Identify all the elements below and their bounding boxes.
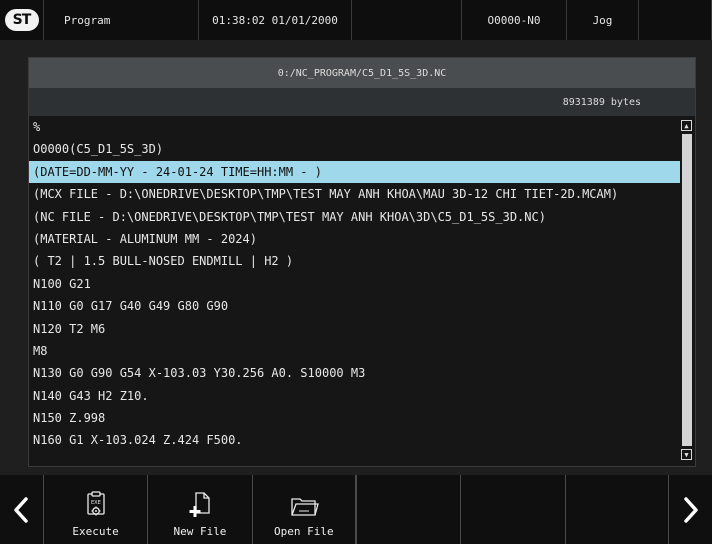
- code-line-selected[interactable]: (DATE=DD-MM-YY - 24-01-24 TIME=HH:MM - ): [29, 160, 680, 184]
- open-file-label: Open File: [274, 525, 334, 538]
- code-line[interactable]: N140 G43 H2 Z10.: [29, 385, 680, 407]
- clipboard-gear-icon: EXE: [86, 491, 105, 516]
- code-line[interactable]: M8: [29, 340, 680, 362]
- code-line[interactable]: %: [29, 116, 680, 138]
- scroll-thumb[interactable]: [682, 134, 692, 446]
- empty-softkey-1[interactable]: [356, 475, 460, 544]
- code-line[interactable]: N120 T2 M6: [29, 318, 680, 340]
- logo: ST: [0, 0, 44, 40]
- code-line[interactable]: N130 G0 G90 G54 X-103.03 Y30.256 A0. S10…: [29, 362, 680, 384]
- softkey-bar: EXE Execute New File Open File: [0, 475, 712, 544]
- empty-softkey-3[interactable]: [564, 475, 670, 544]
- code-line[interactable]: N110 G0 G17 G40 G49 G80 G90: [29, 295, 680, 317]
- prev-page-button[interactable]: [0, 475, 43, 544]
- code-line[interactable]: N160 G1 X-103.024 Z.424 F500.: [29, 429, 680, 451]
- empty-softkey-2[interactable]: [460, 475, 564, 544]
- svg-text:EXE: EXE: [91, 500, 101, 506]
- code-line[interactable]: N100 G21: [29, 273, 680, 295]
- vertical-scrollbar[interactable]: ▲ ▼: [681, 120, 693, 460]
- datetime-display: 01:38:02 01/01/2000: [199, 0, 352, 40]
- execute-button[interactable]: EXE Execute: [42, 475, 147, 544]
- file-plus-icon: [189, 492, 210, 517]
- status-empty-cell: [352, 0, 462, 40]
- program-editor: 0:/NC_PROGRAM/C5_D1_5S_3D.NC 8931389 byt…: [28, 57, 696, 467]
- scroll-up-button[interactable]: ▲: [681, 120, 692, 131]
- code-line[interactable]: (MATERIAL - ALUMINUM MM - 2024): [29, 228, 680, 250]
- new-file-label: New File: [173, 525, 227, 538]
- chevron-right-icon: [683, 496, 698, 523]
- folder-open-icon: [291, 498, 319, 516]
- scroll-down-button[interactable]: ▼: [681, 449, 692, 460]
- chevron-left-icon: [14, 496, 29, 523]
- code-line[interactable]: O0000(C5_D1_5S_3D): [29, 138, 680, 160]
- next-page-button[interactable]: [669, 475, 712, 544]
- mode-label: Program: [44, 0, 199, 40]
- open-file-button[interactable]: Open File: [251, 475, 356, 544]
- brand-logo: ST: [4, 9, 39, 31]
- code-line[interactable]: N150 Z.998: [29, 407, 680, 429]
- file-size: 8931389 bytes: [562, 96, 641, 108]
- code-line[interactable]: ( T2 | 1.5 BULL-NOSED ENDMILL | H2 ): [29, 250, 680, 272]
- status-empty-cell-right: [639, 0, 712, 40]
- status-bar: ST Program 01:38:02 01/01/2000 O0000-N0 …: [0, 0, 712, 40]
- scroll-track[interactable]: [682, 134, 692, 446]
- code-view[interactable]: % O0000(C5_D1_5S_3D) (DATE=DD-MM-YY - 24…: [29, 116, 695, 466]
- file-path: 0:/NC_PROGRAM/C5_D1_5S_3D.NC: [29, 58, 695, 88]
- jog-mode-indicator: Jog: [567, 0, 639, 40]
- program-number: O0000-N0: [462, 0, 567, 40]
- code-line[interactable]: (NC FILE - D:\ONEDRIVE\DESKTOP\TMP\TEST …: [29, 206, 680, 228]
- code-line[interactable]: (MCX FILE - D:\ONEDRIVE\DESKTOP\TMP\TEST…: [29, 183, 680, 205]
- execute-label: Execute: [72, 525, 119, 538]
- file-size-bar: 8931389 bytes: [29, 88, 695, 116]
- new-file-button[interactable]: New File: [147, 475, 251, 544]
